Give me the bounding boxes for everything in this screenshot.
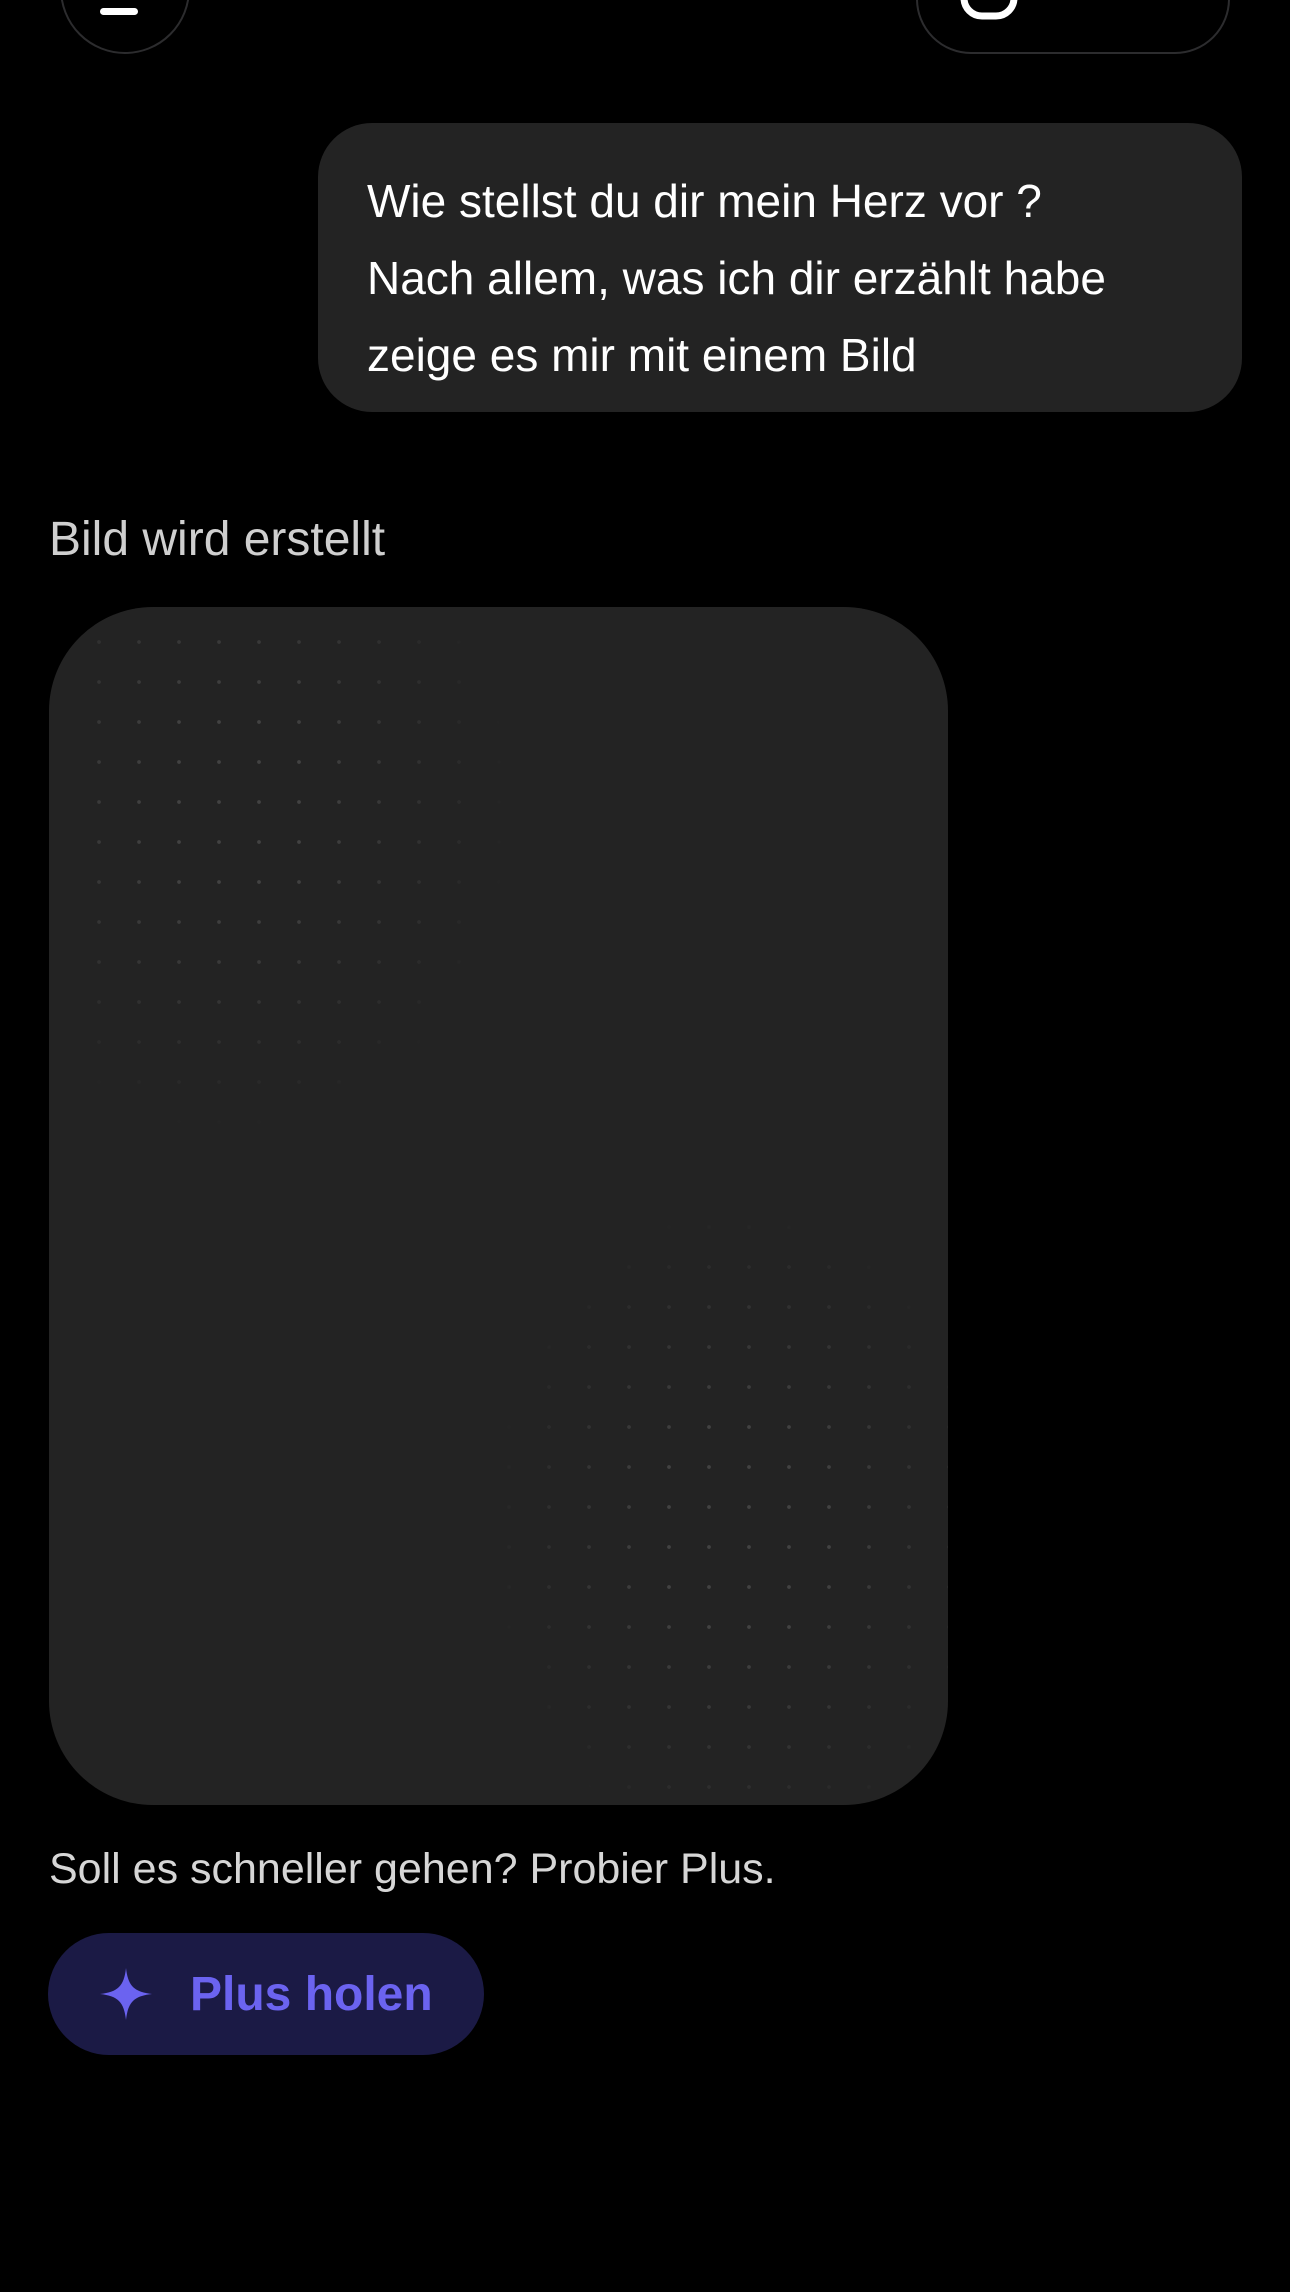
new-chat-button[interactable] — [916, 0, 1230, 54]
get-plus-button[interactable]: Plus holen — [48, 1933, 484, 2055]
sparkle-icon — [100, 1968, 152, 2020]
loading-dots-bottom — [489, 1207, 948, 1797]
new-chat-icon — [960, 0, 1018, 24]
image-generation-status: Bild wird erstellt — [49, 513, 386, 566]
user-message-line: Nach allem, was ich dir erzählt habe — [367, 252, 1106, 304]
user-message-line: zeige es mir mit einem Bild — [367, 329, 917, 381]
loading-dots-top — [79, 622, 519, 1142]
menu-icon — [100, 8, 138, 15]
menu-button[interactable] — [60, 0, 190, 54]
get-plus-label: Plus holen — [190, 1967, 433, 2021]
image-generation-placeholder — [49, 607, 948, 1805]
upgrade-hint: Soll es schneller gehen? Probier Plus. — [49, 1845, 776, 1893]
user-message-bubble: Wie stellst du dir mein Herz vor ? Nach … — [318, 123, 1242, 412]
user-message-line: Wie stellst du dir mein Herz vor ? — [367, 175, 1042, 227]
